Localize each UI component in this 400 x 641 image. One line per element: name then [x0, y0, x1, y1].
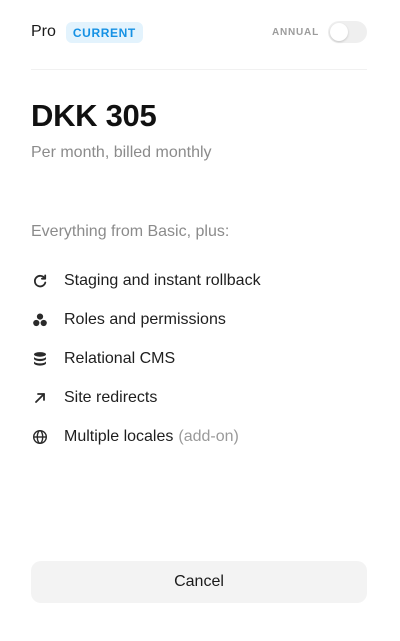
plan-price: DKK 305	[31, 98, 157, 133]
feature-item: Staging and instant rollback	[31, 261, 261, 300]
feature-label: Multiple locales	[64, 427, 174, 445]
rollback-icon	[31, 272, 49, 290]
feature-item: Multiple locales (add-on)	[31, 417, 261, 456]
feature-label: Site redirects	[64, 388, 158, 406]
toggle-knob	[330, 23, 348, 41]
billing-note: Per month, billed monthly	[31, 144, 212, 161]
redirect-arrow-icon	[31, 389, 49, 407]
globe-icon	[31, 428, 49, 446]
current-plan-badge: CURRENT	[65, 21, 143, 43]
cancel-button[interactable]: Cancel	[31, 561, 367, 603]
header-divider	[31, 69, 367, 70]
plan-header: Pro CURRENT ANNUAL	[31, 18, 367, 46]
database-icon	[31, 350, 49, 368]
feature-label: Staging and instant rollback	[64, 271, 261, 289]
feature-item: Site redirects	[31, 378, 261, 417]
roles-icon	[31, 311, 49, 329]
feature-item: Roles and permissions	[31, 300, 261, 339]
annual-billing-control: ANNUAL	[272, 21, 367, 43]
plan-title-group: Pro CURRENT	[31, 21, 143, 43]
feature-label: Roles and permissions	[64, 310, 226, 328]
feature-label: Relational CMS	[64, 349, 176, 367]
feature-item: Relational CMS	[31, 339, 261, 378]
annual-label: ANNUAL	[271, 26, 319, 38]
plan-name: Pro	[31, 23, 56, 40]
features-intro: Everything from Basic, plus:	[31, 223, 230, 240]
annual-toggle[interactable]	[328, 21, 367, 43]
feature-list: Staging and instant rollback Roles and p…	[31, 261, 261, 456]
feature-addon-note: (add-on)	[178, 427, 239, 445]
